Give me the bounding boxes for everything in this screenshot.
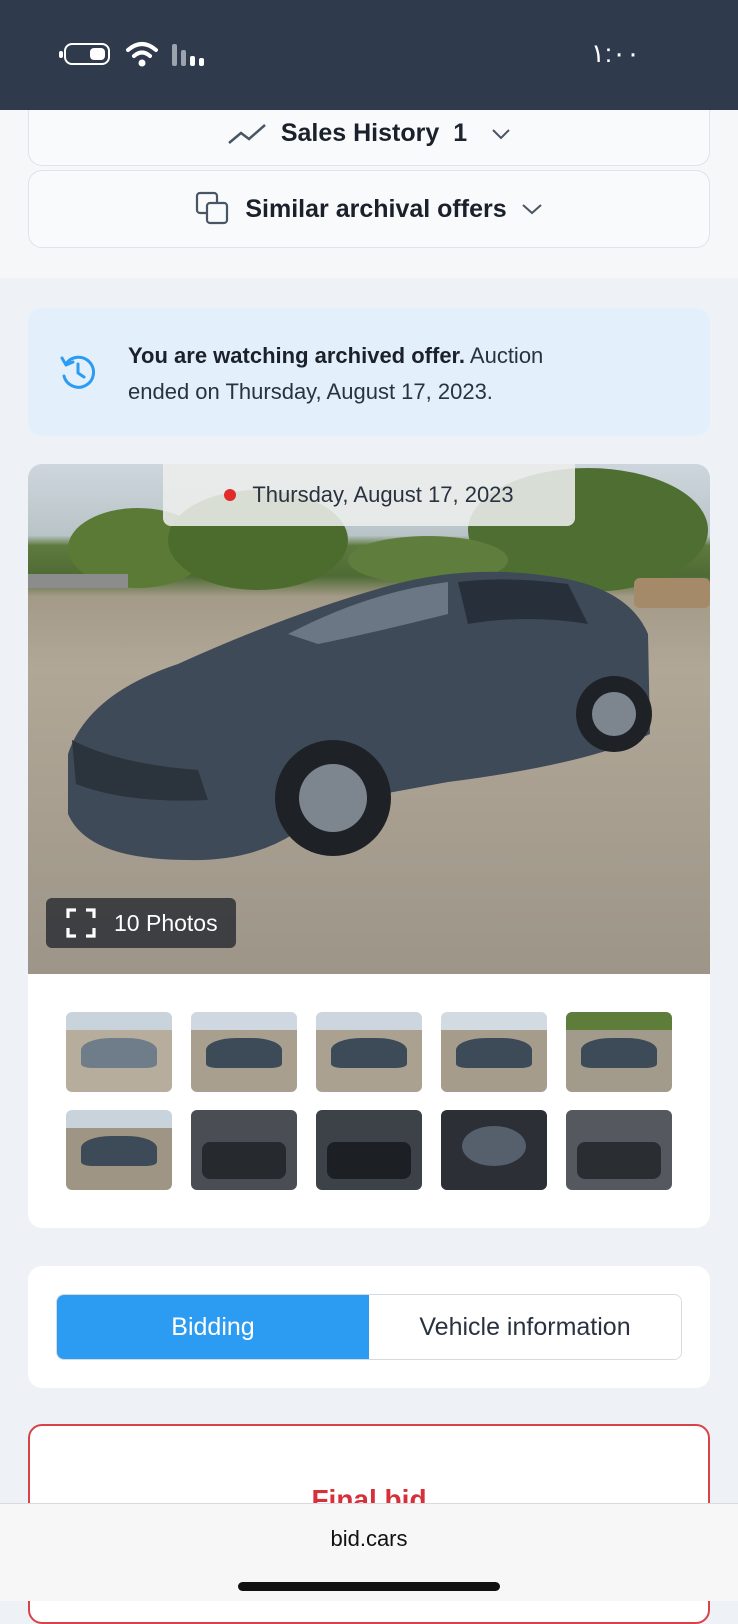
chevron-down-icon <box>492 128 510 139</box>
photo-thumbnail-grid <box>66 1012 672 1190</box>
auction-date-label: Thursday, August 17, 2023 <box>252 482 514 507</box>
wifi-icon <box>126 42 158 67</box>
photos-count-button[interactable]: 10 Photos <box>46 898 236 948</box>
trend-icon <box>228 123 266 144</box>
status-bar: ١:٠٠ <box>0 0 738 110</box>
offer-sections-panel: Sales History 1 Similar archival offers <box>0 102 738 278</box>
main-vehicle-photo[interactable]: Thursday, August 17, 2023 10 Photos <box>28 464 710 974</box>
sales-history-label: Sales History <box>280 119 440 147</box>
notice-message: You are watching archived offer. Auction… <box>128 338 588 410</box>
photo-thumbnail-1[interactable] <box>66 1012 172 1092</box>
detail-tabs: Bidding Vehicle information <box>56 1294 682 1360</box>
chevron-down-icon <box>521 204 542 215</box>
sales-history-count: 1 <box>453 119 468 147</box>
tab-bidding[interactable]: Bidding <box>57 1295 369 1359</box>
similar-archival-offers-label: Similar archival offers <box>245 194 507 223</box>
fullscreen-icon <box>66 908 96 938</box>
notice-bold-text: You are watching archived offer. <box>128 343 466 368</box>
photo-thumbnail-7[interactable] <box>191 1110 297 1190</box>
url-label: bid.cars <box>330 1526 408 1551</box>
status-time: ١:٠٠ <box>590 38 640 68</box>
photo-gallery: Thursday, August 17, 2023 10 Photos <box>28 464 710 1228</box>
photo-thumbnail-6[interactable] <box>66 1110 172 1190</box>
tab-vehicle-information[interactable]: Vehicle information <box>369 1295 681 1359</box>
auction-date-pill: Thursday, August 17, 2023 <box>163 464 575 526</box>
browser-address-bar[interactable]: bid.cars <box>0 1503 738 1601</box>
cellular-signal-icon <box>172 44 204 66</box>
photo-thumbnail-8[interactable] <box>316 1110 422 1190</box>
photo-thumbnail-2[interactable] <box>191 1012 297 1092</box>
battery-icon <box>59 43 110 65</box>
archived-offer-notice: You are watching archived offer. Auction… <box>28 308 710 436</box>
copy-icon <box>196 191 229 225</box>
photo-thumbnail-3[interactable] <box>316 1012 422 1092</box>
photos-count-label: 10 Photos <box>114 909 218 936</box>
ended-status-dot <box>224 489 237 501</box>
photo-thumbnail-9[interactable] <box>441 1110 547 1190</box>
sales-history-toggle[interactable]: Sales History 1 <box>28 102 710 166</box>
home-indicator[interactable] <box>238 1582 500 1591</box>
history-icon <box>60 355 96 389</box>
photo-thumbnail-5[interactable] <box>566 1012 672 1092</box>
photo-thumbnail-4[interactable] <box>441 1012 547 1092</box>
detail-tabs-card: Bidding Vehicle information <box>28 1266 710 1388</box>
similar-archival-offers-toggle[interactable]: Similar archival offers <box>28 170 710 248</box>
photo-thumbnail-10[interactable] <box>566 1110 672 1190</box>
